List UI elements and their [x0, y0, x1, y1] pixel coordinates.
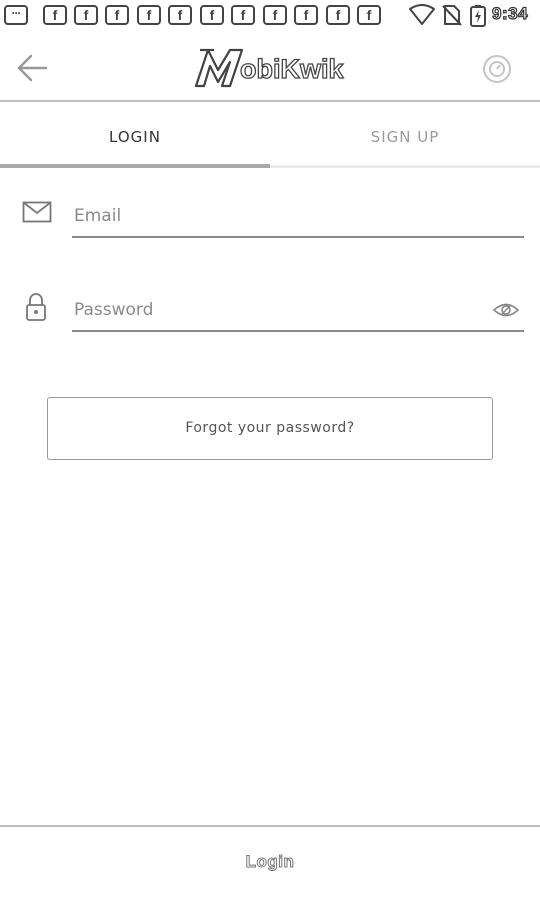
wifi-icon: [409, 4, 435, 25]
email-field: [72, 196, 526, 238]
tab-track: [270, 165, 540, 168]
password-input[interactable]: [72, 290, 474, 330]
facebook-icon: f: [200, 5, 224, 25]
no-sim-icon: [442, 5, 462, 26]
auth-tabs: LOGIN SIGN UP: [0, 102, 540, 168]
envelope-icon: [22, 201, 52, 223]
active-tab-indicator: [0, 164, 270, 168]
facebook-icon: f: [263, 5, 287, 25]
facebook-icon: f: [168, 5, 192, 25]
app-bar: obiKwik: [0, 30, 540, 102]
arrow-left-icon: [17, 54, 48, 82]
facebook-icon: f: [326, 5, 350, 25]
facebook-icon: f: [105, 5, 129, 25]
login-button-label: Login: [245, 852, 295, 872]
tab-sign-up[interactable]: SIGN UP: [270, 102, 540, 168]
facebook-icon: f: [43, 5, 67, 25]
help-button[interactable]: [481, 53, 513, 85]
logo-text: obiKwik: [239, 53, 344, 84]
battery-charging-icon: [470, 5, 486, 27]
facebook-icon: f: [231, 5, 255, 25]
eye-icon: [492, 303, 520, 317]
facebook-icon: f: [74, 5, 98, 25]
forgot-password-button[interactable]: Forgot your password?: [47, 397, 493, 460]
facebook-icon: f: [294, 5, 318, 25]
messages-icon: ···: [4, 5, 28, 25]
login-screen: ··· f f f f f f f f f f f 9:34 obiKwik L…: [0, 0, 540, 897]
status-time: 9:34: [491, 3, 529, 23]
lock-icon: [26, 293, 46, 321]
login-button[interactable]: Login: [0, 825, 540, 897]
show-password-toggle[interactable]: [492, 300, 520, 324]
back-button[interactable]: [14, 50, 50, 86]
password-field: [72, 290, 524, 332]
tab-login[interactable]: LOGIN: [0, 102, 270, 168]
email-input[interactable]: [72, 196, 526, 236]
help-circle-icon: [483, 55, 511, 83]
facebook-icon: f: [137, 5, 161, 25]
facebook-icon: f: [357, 5, 381, 25]
status-bar: ··· f f f f f f f f f f f 9:34: [0, 0, 540, 30]
